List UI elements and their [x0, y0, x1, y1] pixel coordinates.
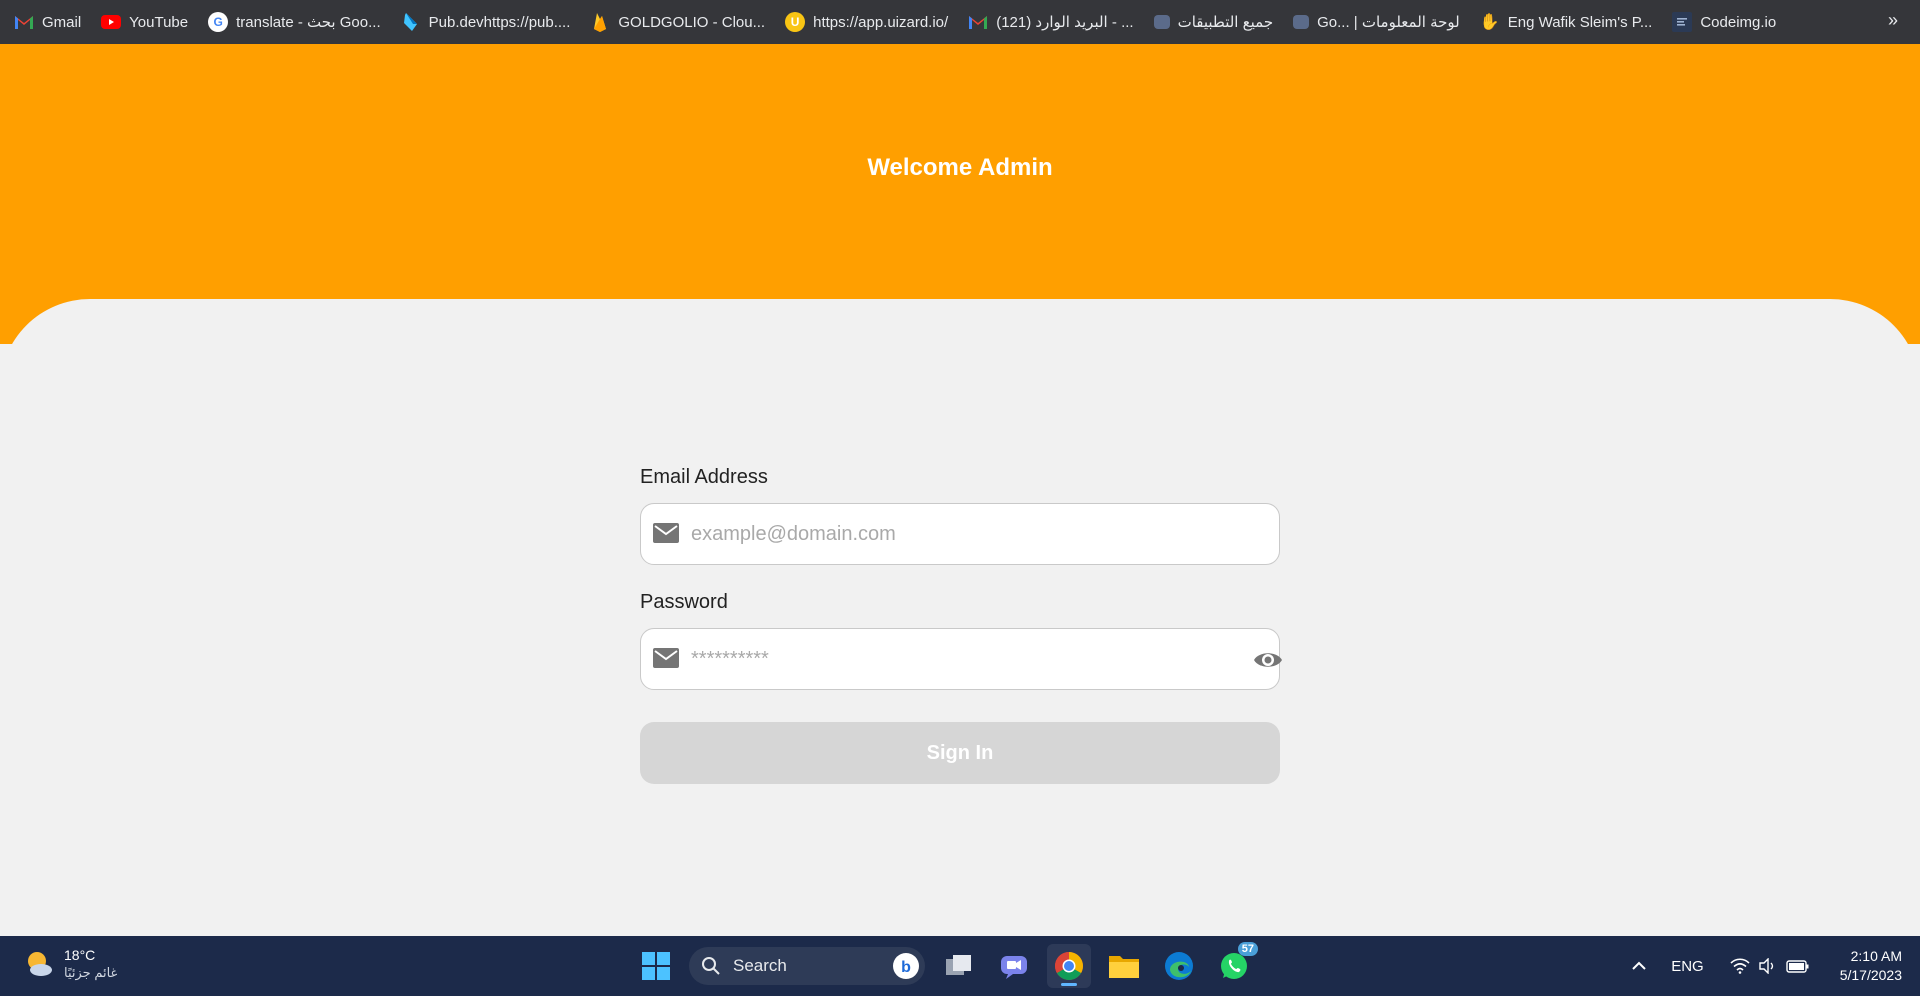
battery-icon [1786, 960, 1809, 973]
dart-icon [401, 12, 421, 32]
gmail-icon [968, 12, 988, 32]
firebase-icon [590, 12, 610, 32]
uizard-icon: U [785, 12, 806, 32]
svg-text:b: b [901, 959, 911, 976]
bookmark-label: Go... | لوحة المعلومات [1317, 14, 1460, 31]
mail-icon [653, 648, 679, 668]
app-icon [1153, 15, 1170, 29]
active-indicator [1061, 983, 1077, 986]
file-explorer-button[interactable] [1102, 944, 1146, 988]
system-tray: ENG 2:10 AM 5/17/2023 [1631, 936, 1920, 996]
whatsapp-button[interactable]: 57 [1212, 942, 1258, 988]
windows-icon [642, 952, 670, 980]
hand-icon: ✋ [1479, 14, 1500, 31]
bookmarks-bar: Gmail YouTube G translate - بحث Goo... P… [0, 0, 1920, 44]
chrome-button[interactable] [1047, 944, 1091, 988]
google-icon: G [208, 12, 229, 32]
email-label: Email Address [640, 466, 768, 488]
bookmark-label: translate - بحث Goo... [236, 14, 381, 31]
bookmark-gmail-inbox[interactable]: (121) البريد الوارد - ... [968, 12, 1134, 32]
clock-date: 5/17/2023 [1839, 967, 1902, 983]
page-title: Welcome Admin [867, 154, 1053, 181]
bing-icon[interactable]: b [893, 953, 919, 979]
bookmark-label: Eng Wafik Sleim's P... [1507, 13, 1653, 31]
password-label: Password [640, 591, 728, 613]
bookmark-label: https://app.uizard.io/ [813, 13, 949, 31]
gmail-icon [14, 12, 34, 32]
language-indicator[interactable]: ENG [1671, 958, 1704, 975]
whatsapp-badge: 57 [1237, 942, 1258, 956]
weather-icon [28, 952, 52, 976]
bookmark-dashboard[interactable]: Go... | لوحة المعلومات [1293, 13, 1460, 31]
taskbar: 18°C غائم جزئيًا Search b 57 ENG 2:10 AM… [0, 936, 1920, 996]
email-input[interactable] [691, 504, 1219, 564]
signin-button[interactable]: Sign In [640, 722, 1280, 784]
bookmark-firebase[interactable]: GOLDGOLIO - Clou... [590, 12, 765, 32]
teams-chat-icon [1001, 956, 1027, 979]
bookmark-wafik[interactable]: ✋ Eng Wafik Sleim's P... [1480, 12, 1653, 32]
youtube-icon [101, 15, 122, 29]
app-icon [1293, 15, 1310, 29]
bookmark-translate[interactable]: G translate - بحث Goo... [208, 12, 381, 32]
password-field-container [640, 628, 1283, 690]
bookmark-codeimg[interactable]: Codeimg.io [1672, 12, 1776, 32]
edge-icon [1165, 952, 1193, 980]
search-icon [702, 957, 720, 975]
teams-button[interactable] [992, 944, 1036, 988]
bookmark-label: Gmail [42, 13, 82, 31]
bookmark-label: GOLDGOLIO - Clou... [618, 13, 766, 31]
task-view-button[interactable] [937, 944, 981, 988]
bookmark-label: Codeimg.io [1700, 13, 1777, 31]
chrome-icon [1055, 952, 1083, 980]
email-field-container [640, 503, 1280, 565]
weather-temp: 18°C [64, 947, 96, 963]
clock[interactable]: 2:10 AM 5/17/2023 [1840, 947, 1902, 985]
login-form: Email Address Password Sign In [640, 466, 1283, 784]
wifi-icon [1730, 958, 1750, 974]
bookmark-label: (121) البريد الوارد - ... [996, 14, 1134, 31]
quick-settings[interactable] [1730, 958, 1818, 974]
show-hidden-icons-button[interactable] [1631, 958, 1647, 975]
taskbar-apps: Search b 57 [634, 942, 1267, 988]
clock-time: 2:10 AM [1850, 948, 1902, 964]
password-input[interactable] [691, 629, 1219, 689]
weather-widget[interactable]: 18°C غائم جزئيًا [24, 946, 117, 982]
folder-icon [1109, 956, 1139, 978]
bookmark-pubdev[interactable]: Pub.devhttps://pub.... [401, 12, 571, 32]
bookmark-uizard[interactable]: U https://app.uizard.io/ [785, 12, 948, 32]
bookmarks-more-button[interactable]: » [1888, 10, 1898, 31]
weather-condition: غائم جزئيًا [64, 965, 118, 980]
bookmark-gmail[interactable]: Gmail [14, 12, 81, 32]
eye-icon[interactable] [1253, 649, 1283, 671]
bookmark-label: جميع التطبيقات [1177, 14, 1274, 31]
volume-icon [1759, 958, 1773, 974]
bookmark-youtube[interactable]: YouTube [101, 14, 188, 31]
search-label: Search [733, 956, 787, 975]
chevron-up-icon [1632, 961, 1646, 970]
taskbar-search[interactable]: Search b [689, 947, 925, 985]
bookmark-label: YouTube [129, 13, 189, 31]
codeimg-icon [1672, 12, 1693, 32]
bookmark-all-apps[interactable]: جميع التطبيقات [1153, 13, 1274, 31]
start-button[interactable] [634, 944, 678, 988]
task-view-icon [946, 955, 971, 975]
mail-icon [653, 523, 679, 543]
bookmark-label: Pub.devhttps://pub.... [428, 13, 571, 31]
edge-button[interactable] [1157, 944, 1201, 988]
